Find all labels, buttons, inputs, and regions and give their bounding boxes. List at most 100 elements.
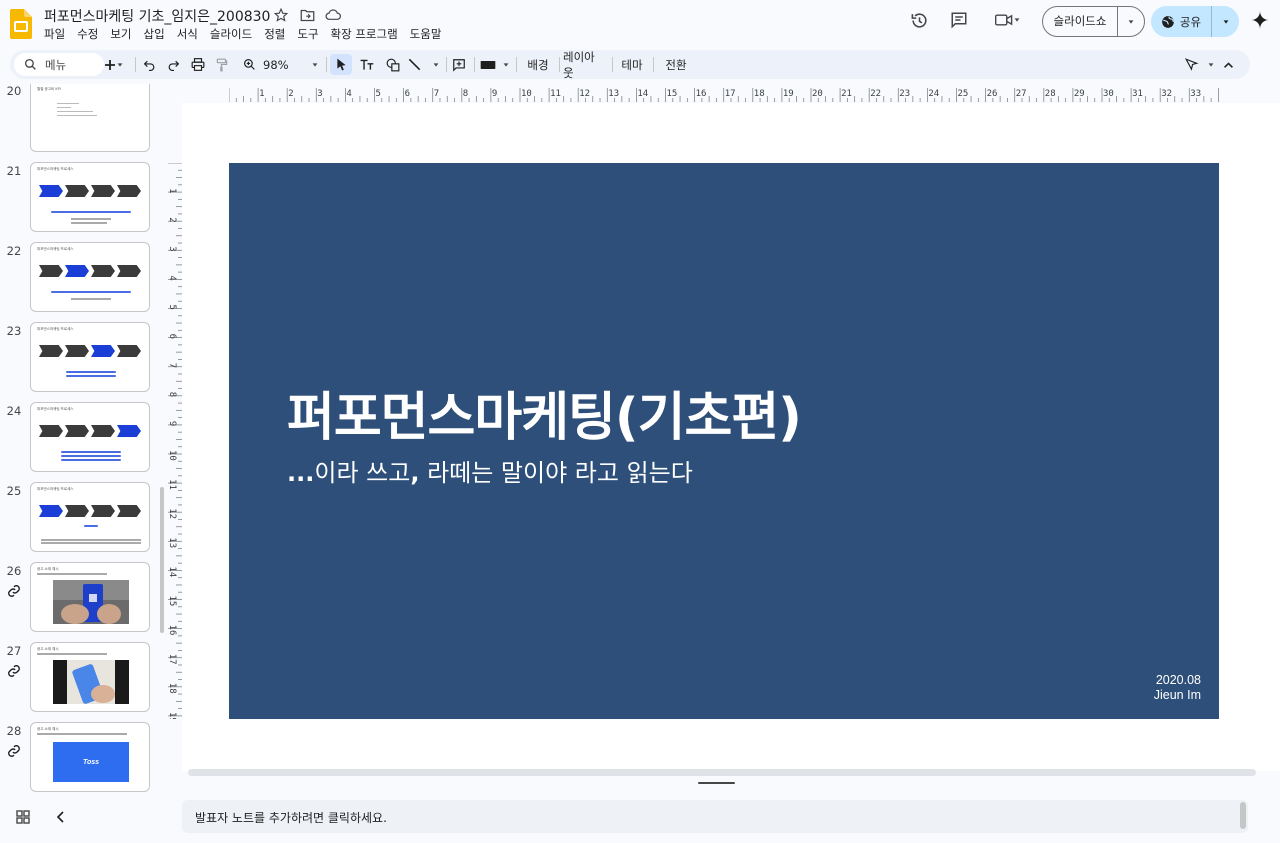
filmstrip-scrollbar[interactable] xyxy=(160,487,164,633)
ruler-label: 19 xyxy=(168,712,177,719)
menu-help[interactable]: 도움말 xyxy=(404,26,448,42)
ruler-label: 1 xyxy=(168,188,177,193)
ruler-label: 6 xyxy=(168,334,177,339)
slide-footer[interactable]: 2020.08 Jieun Im xyxy=(1154,673,1201,703)
zoom-icon xyxy=(243,59,255,70)
ruler-label: 3 xyxy=(168,246,177,251)
slide-thumbnail-28[interactable]: 광고 소재 예시 Toss xyxy=(30,722,150,792)
slide-thumbnail-22[interactable]: 퍼포먼스마케팅 프로세스 xyxy=(30,242,150,312)
text-box-icon xyxy=(360,59,373,70)
ruler-label: 31 xyxy=(1132,89,1143,99)
notes-scrollbar[interactable] xyxy=(1240,802,1246,829)
menu-edit[interactable]: 수정 xyxy=(71,26,104,42)
toolbar-divider xyxy=(474,57,475,72)
chevron-step xyxy=(91,505,115,517)
select-tool-button[interactable] xyxy=(330,54,352,75)
thumb-title: 퍼포먼스마케팅 프로세스 xyxy=(37,487,74,491)
ruler-label: 18 xyxy=(168,683,177,694)
slide-thumbnail-24[interactable]: 퍼포먼스마케팅 프로세스 xyxy=(30,402,150,472)
add-comment-button[interactable] xyxy=(450,54,468,75)
chevron-step xyxy=(91,185,115,197)
chevron-step xyxy=(117,265,141,277)
comments-icon[interactable] xyxy=(948,9,970,31)
menu-view[interactable]: 보기 xyxy=(104,26,137,42)
grid-view-button[interactable] xyxy=(16,809,32,825)
ruler-label: 25 xyxy=(958,89,969,99)
slideshow-options-button[interactable] xyxy=(1118,7,1144,36)
slide-canvas[interactable]: 퍼포먼스마케팅(기초편) ...이라 쓰고, 라떼는 말이야 라고 읽는다 20… xyxy=(229,163,1219,719)
layout-button[interactable]: 레이아웃 xyxy=(563,50,605,80)
text-box-button[interactable] xyxy=(356,54,378,75)
zoom-select[interactable]: 98% xyxy=(263,54,319,75)
slide-thumbnail-25[interactable]: 퍼포먼스마케팅 프로세스 xyxy=(30,482,150,552)
horizontal-ruler[interactable]: 1 2 3 4 5 6 7 8 9 10 11 12 13 14 15 16 17 18 19 20 21 22 23 24 2… xyxy=(229,88,1219,102)
line-icon xyxy=(408,58,421,71)
ruler-label: 6 xyxy=(405,89,410,99)
undo-button[interactable] xyxy=(140,54,158,75)
new-slide-button[interactable] xyxy=(100,54,128,75)
chevron-step xyxy=(65,345,89,357)
horizontal-scrollbar[interactable] xyxy=(188,769,1256,776)
share-button[interactable]: 공유 xyxy=(1151,6,1212,37)
menu-slide[interactable]: 슬라이드 xyxy=(204,26,258,42)
menu-file[interactable]: 파일 xyxy=(38,26,71,42)
globe-icon xyxy=(1162,15,1174,28)
star-icon[interactable] xyxy=(272,6,290,24)
share-options-button[interactable] xyxy=(1212,6,1239,37)
line-button[interactable] xyxy=(408,54,440,75)
editing-mode-button[interactable] xyxy=(1185,54,1215,75)
menu-extensions[interactable]: 확장 프로그램 xyxy=(325,26,404,42)
input-tools-button[interactable] xyxy=(480,54,510,75)
thumb-text-line xyxy=(37,573,107,575)
doc-title[interactable]: 퍼포먼스마케팅 기초_임지은_200830 xyxy=(44,6,270,26)
linked-slide-icon[interactable] xyxy=(7,744,21,758)
menu-arrange[interactable]: 정렬 xyxy=(258,26,291,42)
slide-number: 25 xyxy=(6,484,22,498)
slide-thumbnail-27[interactable]: 광고 소재 예시 xyxy=(30,642,150,712)
transition-button[interactable]: 전환 xyxy=(662,54,690,75)
slide-thumbnail-20[interactable]: 월별 광고비 KPI xyxy=(30,84,150,152)
background-button[interactable]: 배경 xyxy=(522,54,554,75)
linked-slide-icon[interactable] xyxy=(7,584,21,598)
slide-thumbnail-23[interactable]: 퍼포먼스마케팅 프로세스 xyxy=(30,322,150,392)
redo-button[interactable] xyxy=(164,54,182,75)
ruler-label: 20 xyxy=(812,89,823,99)
thumb-text-line xyxy=(71,218,111,220)
gemini-icon[interactable] xyxy=(1251,11,1269,29)
notes-resize-handle[interactable] xyxy=(698,782,735,784)
toolbar-divider xyxy=(326,57,327,72)
chevron-step xyxy=(65,265,89,277)
collapse-filmstrip-button[interactable] xyxy=(54,809,70,825)
slide-thumbnail-21[interactable]: 퍼포먼스마케팅 프로세스 xyxy=(30,162,150,232)
slide-subtitle[interactable]: ...이라 쓰고, 라떼는 말이야 라고 읽는다 xyxy=(287,453,693,488)
linked-slide-icon[interactable] xyxy=(7,664,21,678)
menu-search[interactable]: 메뉴 xyxy=(14,53,104,76)
menu-format[interactable]: 서식 xyxy=(171,26,204,42)
cloud-status-icon[interactable] xyxy=(324,6,342,24)
slide-thumbnail-row: 25 퍼포먼스마케팅 프로세스 xyxy=(0,482,168,556)
move-folder-icon[interactable] xyxy=(298,6,316,24)
speaker-notes-placeholder: 발표자 노트를 추가하려면 클릭하세요. xyxy=(195,811,387,825)
zoom-button[interactable] xyxy=(240,54,258,75)
ruler-label: 11 xyxy=(168,479,177,490)
chevron-step xyxy=(39,345,63,357)
thumb-text-line xyxy=(41,539,141,541)
menu-insert[interactable]: 삽입 xyxy=(138,26,171,42)
chevron-step xyxy=(91,345,115,357)
paint-format-button[interactable] xyxy=(213,54,231,75)
ruler-label: 15 xyxy=(667,89,678,99)
slide-thumbnail-26[interactable]: 광고 소재 예시 xyxy=(30,562,150,632)
print-button[interactable] xyxy=(188,54,208,75)
slides-logo-icon[interactable] xyxy=(10,9,32,39)
vertical-ruler[interactable]: 12345678910111213141516171819 xyxy=(168,163,182,719)
menu-tools[interactable]: 도구 xyxy=(291,26,324,42)
collapse-toolbar-button[interactable] xyxy=(1220,54,1236,75)
slide-title[interactable]: 퍼포먼스마케팅(기초편) xyxy=(287,375,802,450)
shape-button[interactable] xyxy=(382,54,404,75)
slideshow-button[interactable]: 슬라이드쇼 xyxy=(1043,7,1118,36)
theme-button[interactable]: 테마 xyxy=(618,54,646,75)
history-icon[interactable] xyxy=(908,9,930,31)
meet-icon[interactable] xyxy=(990,9,1026,31)
speaker-notes[interactable]: 발표자 노트를 추가하려면 클릭하세요. xyxy=(182,800,1248,833)
toolbar-divider xyxy=(446,57,447,72)
